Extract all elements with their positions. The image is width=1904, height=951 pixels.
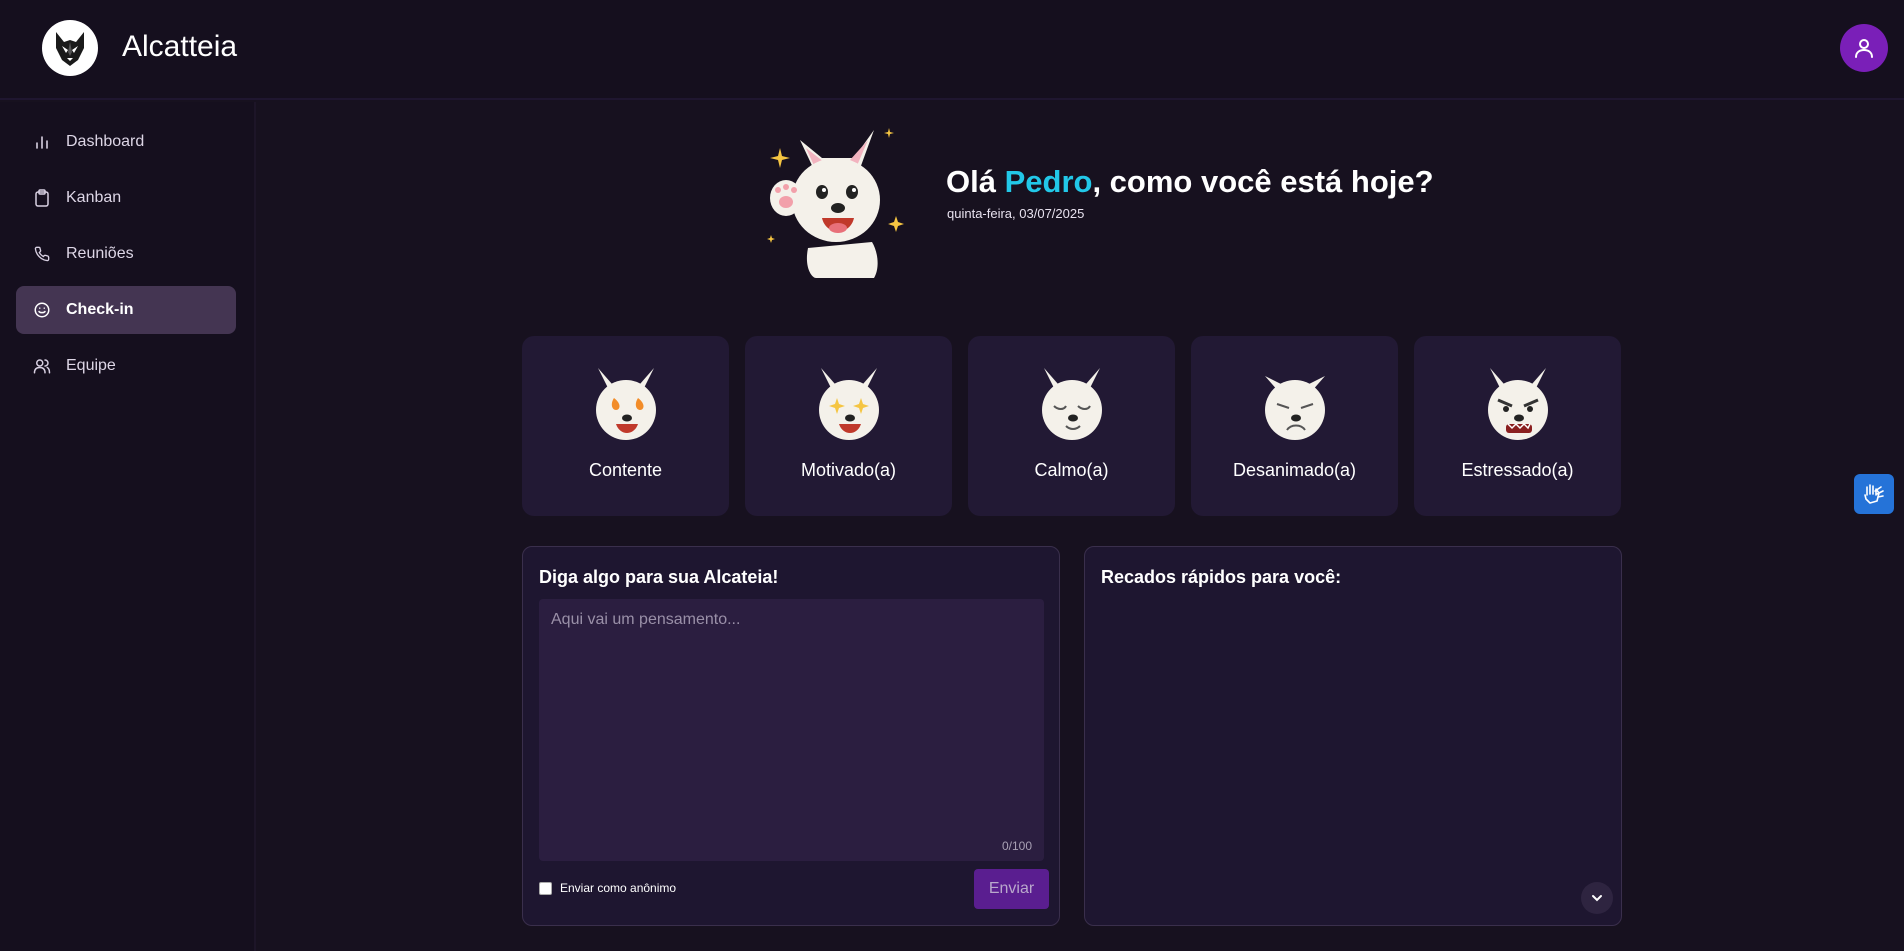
quick-notes-title: Recados rápidos para você: — [1101, 567, 1342, 587]
mood-label: Desanimado(a) — [1232, 460, 1357, 480]
wolf-logo-icon[interactable] — [42, 20, 98, 76]
mood-label: Contente — [588, 460, 663, 480]
mood-label: Motivado(a) — [800, 460, 897, 480]
greeting-prefix: Olá — [946, 164, 1005, 199]
sidebar-item-check-in[interactable]: Check-in — [16, 286, 236, 334]
message-field-wrapper: 0/100 — [539, 599, 1044, 861]
user-name: Pedro — [1004, 164, 1093, 199]
mood-card-estressado[interactable]: Estressado(a) — [1414, 336, 1621, 516]
mood-card-motivado[interactable]: Motivado(a) — [745, 336, 952, 516]
clipboard-icon — [32, 188, 52, 208]
mood-card-desanimado[interactable]: Desanimado(a) — [1191, 336, 1398, 516]
mood-card-calmo[interactable]: Calmo(a) — [968, 336, 1175, 516]
app-title: Alcatteia — [122, 30, 238, 63]
send-button[interactable]: Enviar — [974, 869, 1049, 909]
wolf-calm-icon — [1042, 368, 1102, 440]
sidebar-item-label: Kanban — [66, 189, 122, 206]
mood-label: Estressado(a) — [1461, 460, 1574, 480]
users-icon — [32, 356, 52, 376]
mood-card-contente[interactable]: Contente — [522, 336, 729, 516]
chevron-down-icon — [1592, 895, 1602, 902]
greeting-suffix: , como você está hoje? — [1092, 164, 1434, 199]
message-panel: Diga algo para sua Alcateia! 0/100 Envia… — [522, 546, 1060, 926]
sidebar-item-label: Dashboard — [66, 133, 145, 150]
anonymous-label[interactable]: Enviar como anônimo — [560, 881, 676, 895]
message-panel-title: Diga algo para sua Alcateia! — [539, 567, 779, 587]
sidebar-item-equipe[interactable]: Equipe — [16, 342, 236, 390]
anonymous-option: Enviar como anônimo — [539, 881, 676, 895]
message-input[interactable] — [539, 599, 1044, 861]
anonymous-checkbox[interactable] — [539, 881, 552, 895]
sidebar-item-reunioes[interactable]: Reuniões — [16, 230, 236, 278]
user-icon — [1855, 39, 1873, 58]
phone-icon — [32, 244, 52, 264]
wolf-angry-icon — [1488, 368, 1548, 440]
sidebar-item-label: Equipe — [66, 357, 116, 374]
sidebar: Dashboard Kanban Reuniões Check-in Equip… — [0, 102, 256, 951]
waving-wolf-mascot — [756, 118, 906, 278]
sidebar-item-dashboard[interactable]: Dashboard — [16, 118, 236, 166]
mood-label: Calmo(a) — [1034, 460, 1109, 480]
wolf-sad-icon — [1265, 376, 1325, 440]
wolf-star-eyes-icon — [819, 368, 879, 440]
greeting-heading: Olá Pedro, como você está hoje? — [946, 164, 1434, 200]
accessibility-button[interactable] — [1854, 474, 1894, 514]
sidebar-item-label: Reuniões — [66, 245, 134, 262]
wolf-fire-eyes-icon — [596, 368, 656, 440]
sidebar-item-kanban[interactable]: Kanban — [16, 174, 236, 222]
sign-language-hands-icon — [1864, 484, 1884, 504]
smile-icon — [32, 300, 52, 320]
current-date: quinta-feira, 03/07/2025 — [947, 206, 1085, 221]
bar-chart-icon — [32, 132, 52, 152]
quick-notes-panel: Recados rápidos para você: — [1084, 546, 1622, 926]
char-counter: 0/100 — [1001, 839, 1032, 853]
profile-button[interactable] — [1840, 24, 1888, 72]
top-bar: Alcatteia — [0, 0, 1904, 100]
sidebar-item-label: Check-in — [66, 301, 134, 318]
scroll-down-button[interactable] — [1581, 882, 1613, 914]
